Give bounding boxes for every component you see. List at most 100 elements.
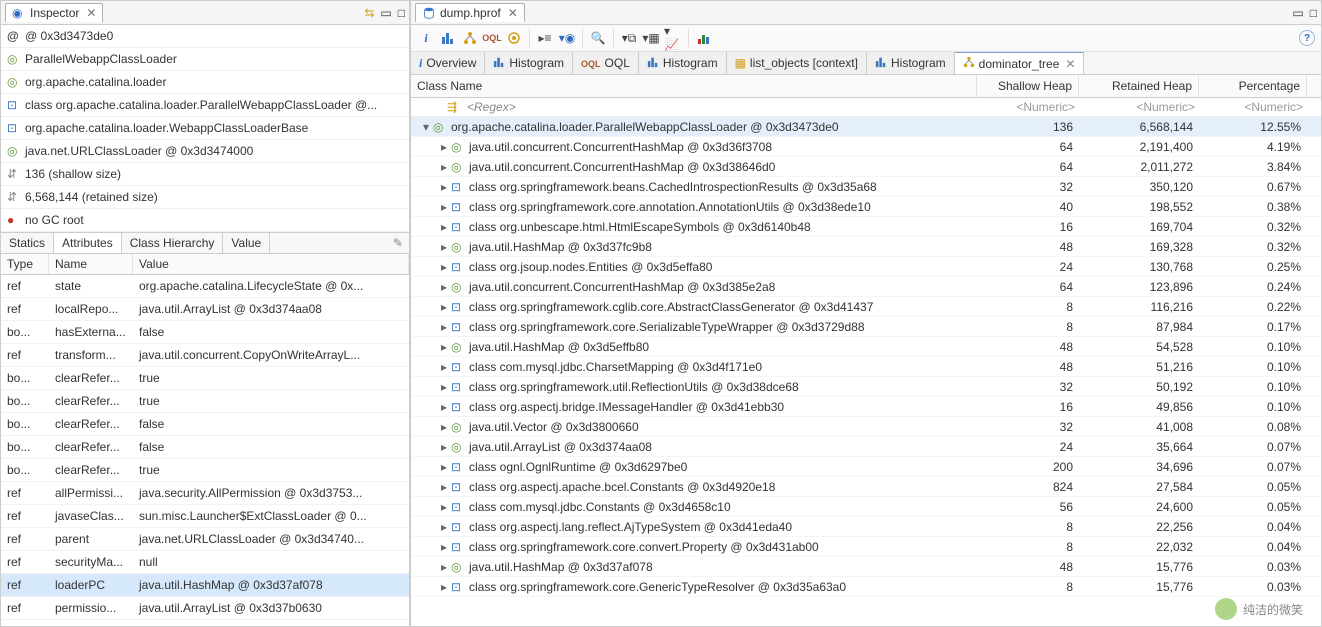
oql-tool-icon[interactable]: OQL	[483, 29, 501, 47]
tree-row[interactable]: ▾◎org.apache.catalina.loader.ParallelWeb…	[411, 117, 1321, 137]
tree-row[interactable]: ▸◎java.util.Vector @ 0x3d38006603241,008…	[411, 417, 1321, 437]
attribute-row[interactable]: refloaderPCjava.util.HashMap @ 0x3d37af0…	[1, 574, 409, 597]
expand-icon[interactable]: ▸	[437, 200, 451, 214]
attribute-row[interactable]: bo...hasExterna...false	[1, 321, 409, 344]
attribute-row[interactable]: refpermissio...java.util.ArrayList @ 0x3…	[1, 597, 409, 620]
expand-icon[interactable]: ▸	[437, 540, 451, 554]
subtab-dominator-tree[interactable]: dominator_tree✕	[955, 52, 1085, 74]
attribute-row[interactable]: bo...clearRefer...true	[1, 367, 409, 390]
thread-tool-icon[interactable]	[505, 29, 523, 47]
bar-icon[interactable]	[695, 29, 713, 47]
inspector-line[interactable]: ◎ParallelWebappClassLoader	[1, 48, 409, 71]
tree-row[interactable]: ▸⊡class org.aspectj.lang.reflect.AjTypeS…	[411, 517, 1321, 537]
tree-row[interactable]: ▸⊡class org.springframework.core.annotat…	[411, 197, 1321, 217]
tree-row[interactable]: ▸◎java.util.HashMap @ 0x3d37fc9b848169,3…	[411, 237, 1321, 257]
tree-row[interactable]: ▸◎java.util.concurrent.ConcurrentHashMap…	[411, 157, 1321, 177]
col-name[interactable]: Name	[49, 254, 133, 274]
attribute-row[interactable]: refjavaseClas...sun.misc.Launcher$ExtCla…	[1, 505, 409, 528]
tree-row[interactable]: ▸⊡class com.mysql.jdbc.Constants @ 0x3d4…	[411, 497, 1321, 517]
attribute-row[interactable]: refsecurityMa...null	[1, 551, 409, 574]
tree-row[interactable]: ▸◎java.util.ArrayList @ 0x3d374aa082435,…	[411, 437, 1321, 457]
overview-tool-icon[interactable]: i	[417, 29, 435, 47]
tree-row[interactable]: ▸⊡class com.mysql.jdbc.CharsetMapping @ …	[411, 357, 1321, 377]
tree-row[interactable]: ▸⊡class ognl.OgnlRuntime @ 0x3d6297be020…	[411, 457, 1321, 477]
tree-row[interactable]: ▸⊡class org.aspectj.apache.bcel.Constant…	[411, 477, 1321, 497]
dominator-tree-body[interactable]: ▾◎org.apache.catalina.loader.ParallelWeb…	[411, 117, 1321, 626]
inspector-line[interactable]: ◎java.net.URLClassLoader @ 0x3d3474000	[1, 140, 409, 163]
maximize-icon[interactable]: □	[398, 6, 405, 20]
inspector-line[interactable]: ⊡class org.apache.catalina.loader.Parall…	[1, 94, 409, 117]
expand-icon[interactable]: ▸	[437, 580, 451, 594]
attribute-row[interactable]: bo...clearRefer...true	[1, 459, 409, 482]
expand-icon[interactable]: ▾	[419, 120, 433, 134]
chart-icon[interactable]: ▾📈	[664, 29, 682, 47]
subtab-histogram[interactable]: Histogram	[639, 52, 727, 74]
expand-icon[interactable]: ▸	[437, 220, 451, 234]
tree-row[interactable]: ▸⊡class org.springframework.cglib.core.A…	[411, 297, 1321, 317]
tree-row[interactable]: ▸◎java.util.concurrent.ConcurrentHashMap…	[411, 277, 1321, 297]
histogram-tool-icon[interactable]	[439, 29, 457, 47]
attribute-row[interactable]: bo...clearRefer...true	[1, 390, 409, 413]
minimize-icon[interactable]: ▭	[380, 6, 391, 20]
dump-tab[interactable]: dump.hprof ✕	[415, 3, 525, 22]
subtab-histogram[interactable]: Histogram	[867, 52, 955, 74]
expand-icon[interactable]: ▸	[437, 360, 451, 374]
help-icon[interactable]: ?	[1299, 30, 1315, 46]
tree-row[interactable]: ▸⊡class org.aspectj.bridge.IMessageHandl…	[411, 397, 1321, 417]
close-subtab-icon[interactable]: ✕	[1065, 57, 1075, 71]
attribute-row[interactable]: reflocalRepo...java.util.ArrayList @ 0x3…	[1, 298, 409, 321]
maximize-icon[interactable]: □	[1310, 6, 1317, 20]
attribute-row[interactable]: refallPermissi...java.security.AllPermis…	[1, 482, 409, 505]
expand-icon[interactable]: ▸	[437, 420, 451, 434]
query-icon[interactable]: ▾◉	[558, 29, 576, 47]
inspector-line[interactable]: ◎org.apache.catalina.loader	[1, 71, 409, 94]
expand-icon[interactable]: ▸	[437, 340, 451, 354]
tree-row[interactable]: ▸⊡class org.springframework.beans.Cached…	[411, 177, 1321, 197]
tree-row[interactable]: ▸⊡class org.springframework.core.Seriali…	[411, 317, 1321, 337]
subtab-oql[interactable]: OQLOQL	[573, 52, 639, 74]
filter-row[interactable]: ⇶ <Regex> <Numeric> <Numeric> <Numeric>	[411, 98, 1321, 117]
tree-row[interactable]: ▸⊡class org.springframework.util.Reflect…	[411, 377, 1321, 397]
inspector-line[interactable]: ⇵6,568,144 (retained size)	[1, 186, 409, 209]
col-type[interactable]: Type	[1, 254, 49, 274]
expand-icon[interactable]: ▸	[437, 400, 451, 414]
expand-icon[interactable]: ▸	[437, 320, 451, 334]
minimize-icon[interactable]: ▭	[1292, 6, 1303, 20]
inspector-tab[interactable]: ◉ Inspector ✕	[5, 3, 103, 22]
expand-icon[interactable]: ▸	[437, 560, 451, 574]
subtab-list-objects-context-[interactable]: ▦list_objects [context]	[727, 52, 867, 74]
tree-tool-icon[interactable]	[461, 29, 479, 47]
attribute-row[interactable]: refstateorg.apache.catalina.LifecycleSta…	[1, 275, 409, 298]
tree-row[interactable]: ▸⊡class org.unbescape.html.HtmlEscapeSym…	[411, 217, 1321, 237]
run-report-icon[interactable]: ▸≡	[536, 29, 554, 47]
expand-icon[interactable]: ▸	[437, 180, 451, 194]
expand-icon[interactable]: ▸	[437, 280, 451, 294]
expand-icon[interactable]: ▸	[437, 500, 451, 514]
close-tab-icon[interactable]: ✕	[86, 6, 96, 20]
tree-row[interactable]: ▸◎java.util.concurrent.ConcurrentHashMap…	[411, 137, 1321, 157]
col-value[interactable]: Value	[133, 254, 409, 274]
copy-icon[interactable]: ▾⧉	[620, 29, 638, 47]
expand-icon[interactable]: ▸	[437, 480, 451, 494]
col-retained[interactable]: Retained Heap	[1079, 75, 1199, 97]
inspector-line[interactable]: ●no GC root	[1, 209, 409, 232]
expand-icon[interactable]: ▸	[437, 460, 451, 474]
col-class-name[interactable]: Class Name	[411, 75, 977, 97]
tree-row[interactable]: ▸◎java.util.HashMap @ 0x3d37af0784815,77…	[411, 557, 1321, 577]
inspector-line[interactable]: ⇵136 (shallow size)	[1, 163, 409, 186]
attr-tab-value[interactable]: Value	[223, 233, 270, 253]
subtab-histogram[interactable]: Histogram	[485, 52, 573, 74]
close-dump-icon[interactable]: ✕	[508, 6, 518, 20]
tree-row[interactable]: ▸⊡class org.jsoup.nodes.Entities @ 0x3d5…	[411, 257, 1321, 277]
expand-icon[interactable]: ▸	[437, 240, 451, 254]
attribute-row[interactable]: refjarModific...java.util.HashMap @ 0x3d…	[1, 620, 409, 626]
attribute-row[interactable]: refparentjava.net.URLClassLoader @ 0x3d3…	[1, 528, 409, 551]
attribute-row[interactable]: reftransform...java.util.concurrent.Copy…	[1, 344, 409, 367]
col-shallow[interactable]: Shallow Heap	[977, 75, 1079, 97]
tree-row[interactable]: ▸⊡class org.springframework.core.convert…	[411, 537, 1321, 557]
expand-icon[interactable]: ▸	[437, 440, 451, 454]
attr-tab-attributes[interactable]: Attributes	[54, 233, 122, 253]
expand-icon[interactable]: ▸	[437, 520, 451, 534]
find-icon[interactable]: 🔍	[589, 29, 607, 47]
attr-tab-class-hierarchy[interactable]: Class Hierarchy	[122, 233, 224, 253]
